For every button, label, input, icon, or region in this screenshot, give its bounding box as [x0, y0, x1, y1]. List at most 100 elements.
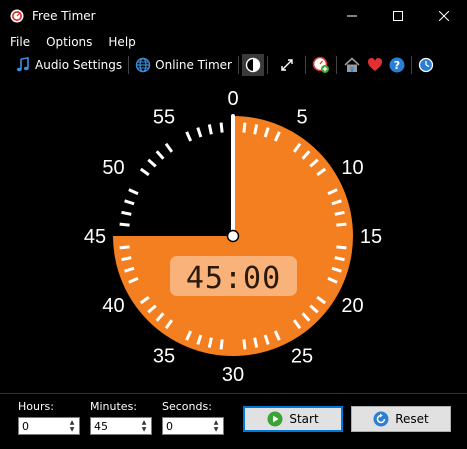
- minutes-spinner[interactable]: ▲▼: [90, 417, 152, 435]
- hours-spin-arrows[interactable]: ▲ ▼: [66, 418, 78, 434]
- reset-button[interactable]: Reset: [351, 406, 451, 432]
- hours-spinner[interactable]: ▲▼: [18, 417, 80, 435]
- minimize-button[interactable]: [329, 0, 375, 32]
- toolbar-separator: [266, 56, 268, 74]
- spin-down-icon[interactable]: ▼: [214, 426, 219, 433]
- app-window: Free Timer File Options Help Audio Setti…: [0, 0, 467, 449]
- dial-tick: [207, 124, 213, 135]
- dial-tick: [121, 256, 132, 262]
- seconds-spinner[interactable]: ▲▼: [162, 417, 224, 435]
- toolbar-separator: [304, 56, 306, 74]
- clock-add-icon: [312, 56, 329, 73]
- dial-number: 35: [153, 346, 175, 368]
- toolbar-separator: [237, 56, 239, 74]
- dial-tick: [219, 339, 224, 350]
- toolbar: Audio Settings Online Timer ?: [0, 53, 467, 77]
- online-timer-button[interactable]: Online Timer: [132, 54, 235, 76]
- dial-tick: [121, 210, 132, 216]
- minutes-spin-arrows[interactable]: ▲ ▼: [138, 418, 150, 434]
- menu-file[interactable]: File: [4, 35, 36, 49]
- timer-controls: Hours: ▲▼ Minutes: ▲▼ Seconds: ▲▼: [0, 393, 467, 449]
- add-timer-button[interactable]: [309, 54, 333, 76]
- close-icon: [439, 11, 449, 21]
- reset-icon: [373, 411, 389, 427]
- about-clock-icon: [418, 57, 434, 73]
- dial-tick: [334, 256, 345, 262]
- dial-number: 0: [227, 88, 238, 110]
- seconds-label: Seconds:: [162, 400, 212, 413]
- toolbar-separator: [335, 56, 337, 74]
- timer-dial[interactable]: 0 5 10 15 20 25 30 35 40 45 50 55 45:00: [0, 78, 467, 388]
- dial-tick: [147, 158, 157, 168]
- music-note-icon: [16, 57, 29, 72]
- dark-mode-toggle[interactable]: [241, 54, 264, 76]
- play-icon: [267, 411, 283, 427]
- start-button[interactable]: Start: [243, 406, 343, 432]
- minutes-label: Minutes:: [90, 400, 138, 413]
- toolbar-separator: [410, 56, 412, 74]
- help-button[interactable]: ?: [386, 54, 408, 76]
- dial-tick: [155, 150, 165, 160]
- dial-tick: [336, 222, 347, 227]
- svg-text:?: ?: [394, 59, 400, 72]
- app-timer-icon: [10, 9, 24, 23]
- dial-tick: [196, 127, 203, 138]
- spin-up-icon[interactable]: ▲: [142, 419, 147, 426]
- dial-tick: [124, 199, 135, 206]
- close-button[interactable]: [421, 0, 467, 32]
- maximize-button[interactable]: [375, 0, 421, 32]
- minutes-input[interactable]: [91, 418, 138, 434]
- home-button[interactable]: [340, 54, 364, 76]
- spin-up-icon[interactable]: ▲: [214, 419, 219, 426]
- online-timer-label: Online Timer: [155, 58, 232, 72]
- dial-tick: [119, 222, 130, 227]
- dial-number: 30: [222, 364, 244, 386]
- dial-number: 20: [341, 295, 363, 317]
- hours-label: Hours:: [18, 400, 54, 413]
- reset-label: Reset: [395, 412, 429, 426]
- favorite-button[interactable]: [364, 54, 386, 76]
- hand-pivot: [226, 229, 240, 243]
- seconds-input[interactable]: [163, 418, 210, 434]
- dial-number: 10: [341, 157, 363, 179]
- seconds-spin-arrows[interactable]: ▲ ▼: [210, 418, 222, 434]
- dial-tick: [185, 131, 193, 142]
- menu-bar: File Options Help: [0, 32, 467, 52]
- help-icon: ?: [389, 57, 405, 73]
- window-title: Free Timer: [32, 9, 96, 23]
- maximize-icon: [393, 11, 403, 21]
- dial-tick: [207, 337, 213, 348]
- spin-down-icon[interactable]: ▼: [142, 426, 147, 433]
- home-icon: [344, 57, 360, 72]
- dial-tick: [128, 188, 139, 196]
- hours-input[interactable]: [19, 418, 66, 434]
- dial-tick: [253, 124, 259, 135]
- audio-settings-button[interactable]: Audio Settings: [12, 54, 125, 76]
- dial-tick: [253, 337, 259, 348]
- menu-help[interactable]: Help: [102, 35, 141, 49]
- toolbar-separator: [128, 56, 130, 74]
- dial-tick: [242, 339, 247, 350]
- title-bar: Free Timer: [0, 0, 467, 32]
- menu-options[interactable]: Options: [40, 35, 98, 49]
- dial-tick: [139, 167, 150, 177]
- about-button[interactable]: [415, 54, 437, 76]
- fullscreen-button[interactable]: [277, 54, 297, 76]
- dial-number: 45: [84, 226, 106, 248]
- dial-tick: [219, 122, 224, 133]
- heart-icon: [367, 57, 383, 71]
- globe-icon: [135, 57, 151, 73]
- dial-tick: [164, 142, 174, 153]
- dial-number: 5: [296, 107, 307, 129]
- minimize-icon: [347, 15, 357, 17]
- dial-number: 15: [360, 226, 382, 248]
- contrast-icon: [245, 57, 261, 73]
- expand-icon: [281, 59, 293, 71]
- dial-number: 55: [153, 107, 175, 129]
- dial-number: 40: [102, 295, 124, 317]
- dial-tick: [119, 245, 130, 250]
- dial-tick: [242, 122, 247, 133]
- spin-down-icon[interactable]: ▼: [70, 426, 75, 433]
- spin-up-icon[interactable]: ▲: [70, 419, 75, 426]
- dial-tick: [334, 210, 345, 216]
